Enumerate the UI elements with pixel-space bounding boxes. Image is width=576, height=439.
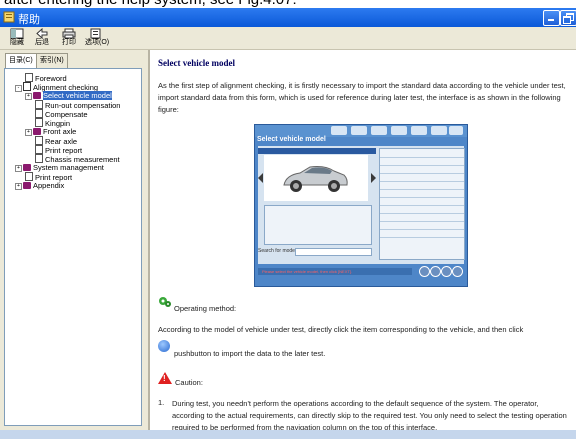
help-app-icon [3,11,15,23]
tab-index[interactable]: 索引(N) [36,53,68,68]
tree-item-front-axle[interactable]: + Front axle [25,127,76,136]
expand-icon: + [15,183,22,190]
navigation-pane: 目录(C) 索引(N) Foreword - Alignment checking… [0,50,150,430]
warning-icon: ! [158,372,172,384]
hide-button[interactable]: 隐藏 [6,28,28,47]
page-icon [25,73,33,82]
tree-item-compensate[interactable]: Compensate [35,109,88,119]
book-open-icon [23,82,31,91]
figure-title: Select vehicle model [257,136,326,143]
tree-item-foreword[interactable]: Foreword [25,73,67,83]
next-button-icon [158,340,170,352]
next-arrow-icon [371,173,376,183]
figure-search-label: Search for model [258,248,297,254]
select-vehicle-model-figure: Select vehicle model Search for model Pl… [254,124,468,287]
book-icon [33,128,41,135]
vehicle-image [264,155,368,201]
window-title: 帮助 [18,14,40,26]
instruction-paragraph: According to the model of vehicle under … [158,325,524,334]
figure-left-table [264,205,372,245]
tree-item-runout-compensation[interactable]: Run-out compensation [35,100,120,110]
page-icon [35,145,43,154]
car-image [283,166,348,192]
restore-button[interactable] [560,10,576,26]
tree-item-rear-axle[interactable]: Rear axle [35,136,77,146]
options-label: 选项(O) [85,39,110,46]
page-icon [35,118,43,127]
figure-status-bar: Please select the vehicle model, then cl… [258,268,412,275]
options-icon [90,28,101,39]
operating-method-heading: Operating method: [174,304,237,313]
intro-paragraph: As the first step of alignment checking,… [158,81,566,114]
caution-heading: Caution: [175,378,203,387]
instruction-paragraph-cont: pushbutton to import the data to the lat… [174,349,326,358]
tree-item-select-vehicle-model[interactable]: + Select vehicle model [25,91,112,100]
tree-item-print-report[interactable]: Print report [35,145,82,155]
bottom-strip [0,430,576,439]
back-button[interactable]: 后退 [31,28,53,47]
tree-item-system-management[interactable]: + System management [15,163,104,172]
tree-item-chassis-measurement[interactable]: Chassis measurement [35,154,120,164]
expand-icon: + [25,93,32,100]
previous-arrow-icon [258,173,263,183]
expand-icon: + [15,165,22,172]
page-icon [35,136,43,145]
collapse-icon: - [15,85,22,92]
hide-label: 隐藏 [10,39,24,46]
tree-item-kingpin[interactable]: Kingpin [35,118,70,128]
list-number: 1. [158,398,165,407]
expand-icon: + [25,129,32,136]
figure-tabs [258,148,376,154]
book-icon [23,182,31,189]
page-icon [25,172,33,181]
book-icon [23,164,31,171]
figure-search-box [295,248,372,256]
page-title: Select vehicle model [158,58,235,68]
options-button[interactable]: 选项(O) [85,28,110,47]
top-caption: after entering the help system, see Fig.… [0,0,576,8]
minimize-button[interactable] [543,10,560,26]
tab-contents[interactable]: 目录(C) [5,53,39,68]
print-icon [62,28,76,39]
minimize-icon [548,19,554,21]
print-button[interactable]: 打印 [58,28,80,47]
caption-text: after entering the help system, see Fig.… [4,0,297,8]
page-icon [35,154,43,163]
back-icon [36,28,48,39]
toolbar: 隐藏 后退 打印 选项(O) [0,27,576,50]
page-icon [35,100,43,109]
content-pane: Select vehicle model As the first step o… [150,50,576,430]
caution-paragraph: During test, you needn't perform the ope… [172,399,567,430]
back-label: 后退 [35,39,49,46]
tree-item-print-report-2[interactable]: Print report [25,172,72,182]
title-bar: 帮助 [0,8,576,27]
book-icon [33,92,41,99]
gear-icon [159,297,171,307]
page-icon [35,109,43,118]
tree-item-alignment-checking[interactable]: - Alignment checking [15,82,98,92]
hide-icon [10,28,24,39]
contents-tree: Foreword - Alignment checking + Select veh… [4,68,142,426]
figure-right-table [379,148,465,260]
print-label: 打印 [62,39,76,46]
tree-item-appendix[interactable]: + Appendix [15,181,64,190]
